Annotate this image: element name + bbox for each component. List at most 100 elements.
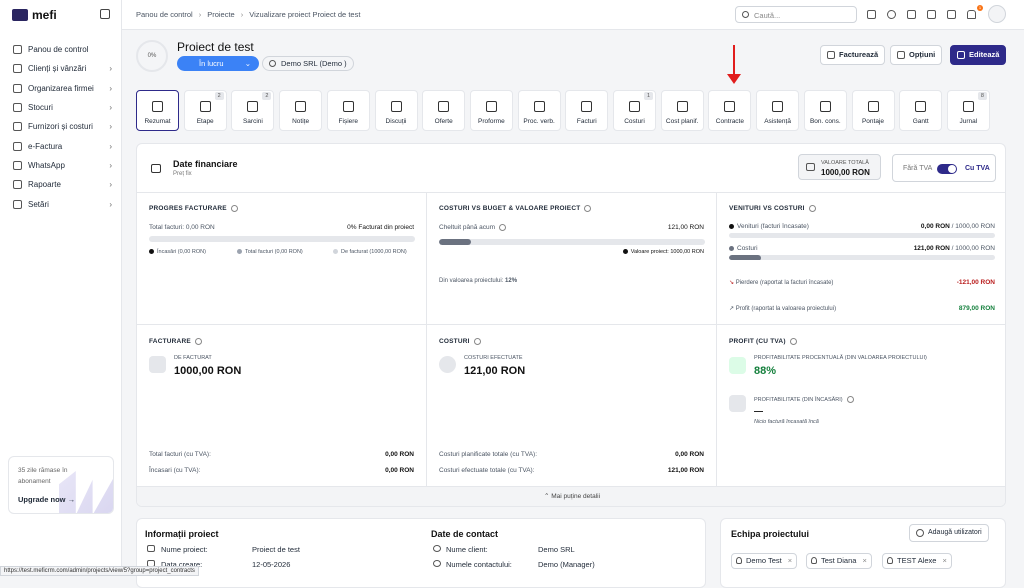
cost-amount: 121,00 RON / 1000,00 RON <box>914 245 995 252</box>
avatar[interactable] <box>988 5 1006 23</box>
remove-icon[interactable]: × <box>942 556 946 565</box>
trend-down-icon: ↘ <box>729 280 735 286</box>
bell-icon[interactable] <box>967 10 976 19</box>
checklist-icon[interactable] <box>927 10 936 19</box>
project-header: 0% Proiect de test În lucru ⌄ Demo SRL (D… <box>136 40 1007 76</box>
help-icon[interactable] <box>808 205 816 212</box>
sidebar-item-stock[interactable]: Stocuri › <box>8 98 116 117</box>
help-icon[interactable] <box>789 338 797 345</box>
tab-notes[interactable]: Notițe <box>279 90 323 131</box>
edit-button[interactable]: Editează <box>950 45 1007 65</box>
note-icon <box>295 101 307 112</box>
sidebar-item-efactura[interactable]: e-Factura › <box>8 136 116 155</box>
share-label: Din valoarea proiectului: <box>439 278 504 284</box>
chevron-right-icon: › <box>109 160 112 170</box>
tab-contracts[interactable]: Contracte <box>708 90 752 131</box>
breadcrumb-projects[interactable]: Proiecte <box>207 10 235 19</box>
help-icon[interactable] <box>846 396 854 403</box>
legend-dot <box>729 223 734 229</box>
sidebar-item-dashboard[interactable]: Panou de control <box>8 40 116 59</box>
user-icon <box>811 557 817 564</box>
status-dropdown[interactable]: În lucru ⌄ <box>177 56 259 71</box>
tab-consumption[interactable]: Bon. cons. <box>803 90 847 131</box>
user-icon <box>887 557 893 564</box>
tab-label: Notițe <box>292 118 310 125</box>
collapse-sidebar-icon[interactable] <box>100 9 110 19</box>
help-icon[interactable] <box>230 205 238 212</box>
gear-icon <box>13 199 22 209</box>
remove-icon[interactable]: × <box>788 556 792 565</box>
sidebar-item-label: Clienți și vânzări <box>28 64 87 74</box>
invoicing-cell: FACTURARE DE FACTURAT 1000,00 RON Total … <box>137 325 427 487</box>
upgrade-link[interactable]: Upgrade now → <box>18 495 75 504</box>
sidebar-item-organization[interactable]: Organizarea firmei › <box>8 79 116 98</box>
tab-discussions[interactable]: Discuții <box>374 90 418 131</box>
invoice-button[interactable]: Facturează <box>820 45 886 65</box>
timer-icon[interactable] <box>887 10 896 19</box>
client-chip[interactable]: Demo SRL (Demo ) <box>262 56 354 71</box>
document-icon <box>438 101 450 112</box>
options-button-label: Opțiuni <box>909 50 936 59</box>
spent-label-text: Cheltuit până acum <box>439 224 496 232</box>
tab-tasks[interactable]: 2 Sarcini <box>231 90 275 131</box>
vat-toggle[interactable] <box>937 164 957 174</box>
wallet-icon <box>806 163 815 171</box>
logo[interactable]: mefi <box>12 8 57 22</box>
sidebar-item-clients[interactable]: Clienți și vânzări › <box>8 59 116 78</box>
breadcrumb-separator: › <box>198 10 202 19</box>
tab-stages[interactable]: 2 Etape <box>183 90 227 131</box>
sidebar-item-suppliers[interactable]: Furnizori și costuri › <box>8 117 116 136</box>
tab-support[interactable]: Asistență <box>756 90 800 131</box>
search-input[interactable]: Caută... <box>735 6 857 23</box>
tab-offers[interactable]: Oferte <box>422 90 466 131</box>
tab-files[interactable]: Fișiere <box>326 90 370 131</box>
costs-title: COSTURI <box>439 338 481 345</box>
whatsapp-icon[interactable] <box>947 10 956 19</box>
add-users-button[interactable]: Adaugă utilizatori <box>909 524 989 542</box>
legend-to-invoice-text: De facturat (1000,00 RON) <box>341 249 407 255</box>
help-icon[interactable] <box>499 224 507 231</box>
tab-planned-cost[interactable]: Cost planif. <box>660 90 704 131</box>
calendar-icon[interactable] <box>907 10 916 19</box>
tab-minutes[interactable]: Proc. verb. <box>517 90 561 131</box>
invoicing-title: FACTURARE <box>149 338 202 345</box>
tab-label: Rezumat <box>144 118 171 125</box>
remove-icon[interactable]: × <box>862 556 866 565</box>
profit-row: ↗ Profit (raportat la valoarea proiectul… <box>729 305 836 312</box>
sidebar-item-reports[interactable]: Rapoarte › <box>8 175 116 194</box>
sidebar-item-label: WhatsApp <box>28 160 65 170</box>
tab-label: Discuții <box>385 118 407 125</box>
profit-cash-label: PROFITABILITATE (DIN ÎNCASĂRI) <box>754 396 854 403</box>
help-icon[interactable] <box>473 338 481 345</box>
collected-label: Încasari (cu TVA): <box>149 467 201 474</box>
sidebar-item-whatsapp[interactable]: WhatsApp › <box>8 156 116 175</box>
help-icon[interactable] <box>194 338 202 345</box>
tab-proforma[interactable]: Proforme <box>469 90 513 131</box>
annotation-arrowhead <box>727 74 741 84</box>
tab-timesheets[interactable]: Pontaje <box>851 90 895 131</box>
plus-icon[interactable] <box>867 10 876 19</box>
banknote-icon <box>629 101 640 112</box>
toggle-details-button[interactable]: ⌃ Mai puține detalii <box>137 486 1005 506</box>
status-bar-url: https://test.meficrm.com/admin/projects/… <box>0 566 199 576</box>
legend-total-text: Total facturi (0,00 RON) <box>245 249 303 255</box>
tab-summary[interactable]: Rezumat <box>136 90 179 131</box>
chevron-right-icon: › <box>109 141 112 151</box>
tab-journal[interactable]: 8 Jurnal <box>946 90 990 131</box>
breadcrumb-dashboard[interactable]: Panou de control <box>136 10 193 19</box>
revenue-vs-costs-title-text: VENITURI VS COSTURI <box>729 205 805 213</box>
rocket-icon <box>199 101 211 112</box>
help-icon[interactable] <box>584 205 592 212</box>
sidebar-item-settings[interactable]: Setări › <box>8 194 116 213</box>
options-button[interactable]: Opțiuni <box>890 45 943 65</box>
tab-costs[interactable]: 1 Costuri <box>613 90 656 131</box>
invoices-total-label: Total facturi (cu TVA): <box>149 451 211 458</box>
tab-invoices[interactable]: Facturi <box>565 90 609 131</box>
user-icon <box>433 560 441 567</box>
tab-gantt[interactable]: Gantt <box>899 90 943 131</box>
topbar: Panou de control › Proiecte › Vizualizar… <box>122 0 1024 30</box>
profit-pct-value: 88% <box>754 365 777 377</box>
tab-label: Gantt <box>912 118 929 125</box>
tab-label: Facturi <box>576 118 597 125</box>
grid-icon <box>152 101 163 112</box>
